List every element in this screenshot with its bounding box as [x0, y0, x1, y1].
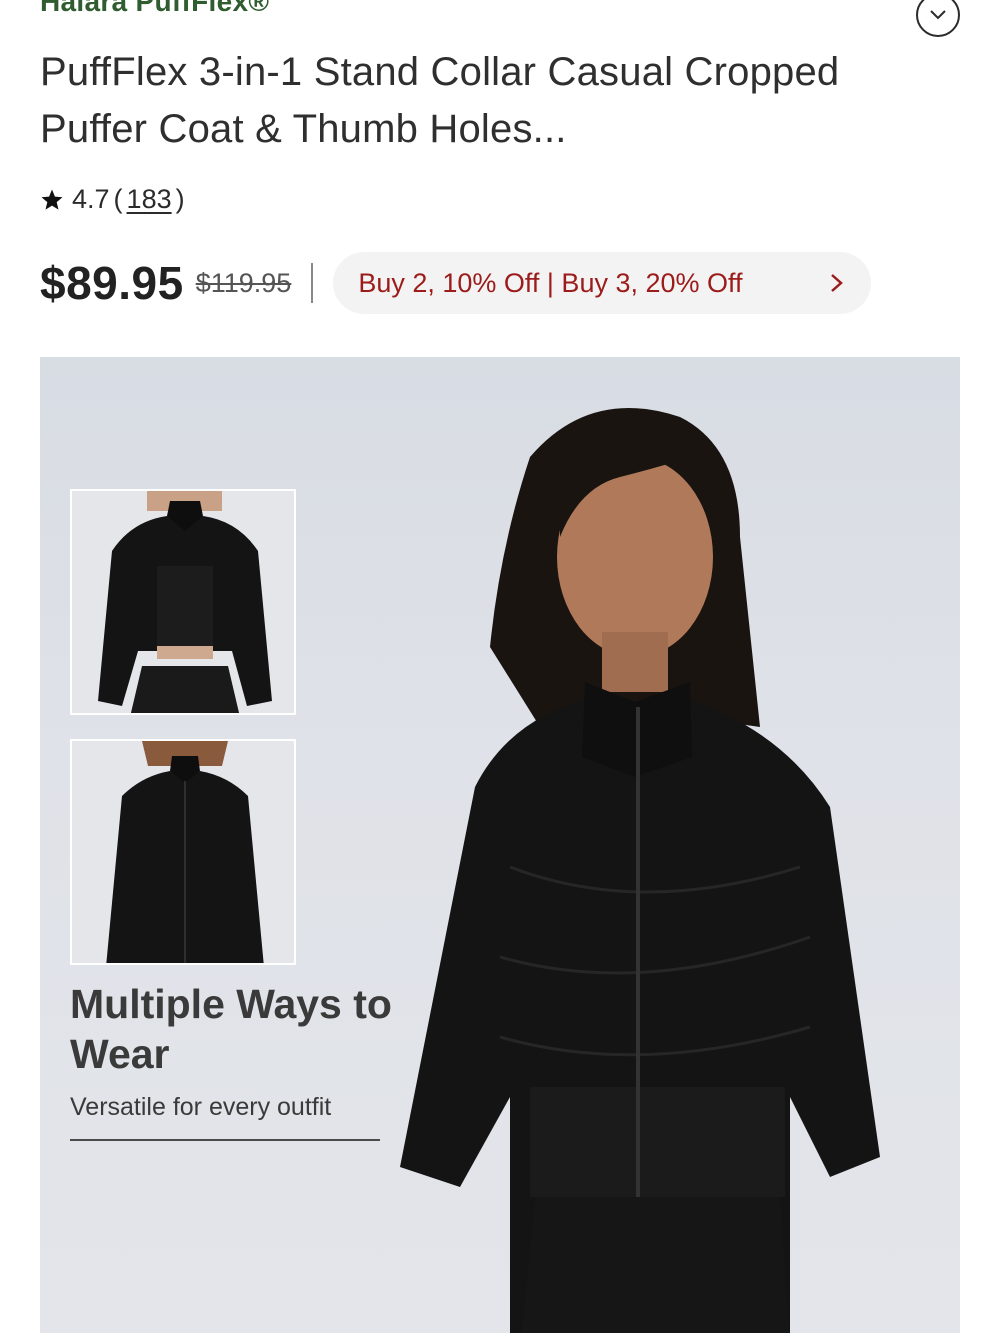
chevron-down-icon	[930, 10, 946, 20]
current-price: $89.95	[40, 257, 184, 309]
promo-label: Buy 2, 10% Off | Buy 3, 20% Off	[358, 267, 743, 298]
model-wearing-puffer-illustration	[400, 408, 880, 1333]
rating-paren-open: (	[113, 184, 123, 214]
product-rating: 4.7 ( 183 )	[40, 184, 189, 215]
puffer-jacket-illustration	[72, 491, 294, 713]
bundle-promo-button[interactable]: Buy 2, 10% Off | Buy 3, 20% Off	[333, 252, 872, 314]
zip-top-illustration	[72, 741, 294, 963]
star-icon	[41, 189, 63, 210]
price-row: $89.95 $119.95 Buy 2, 10% Off | Buy 3, 2…	[40, 252, 872, 314]
product-title: PuffFlex 3-in-1 Stand Collar Casual Crop…	[40, 50, 840, 151]
product-page: Halara PuffFlex® PuffFlex 3-in-1 Stand C…	[0, 0, 1000, 1333]
brand-name[interactable]: Halara PuffFlex®	[40, 0, 269, 18]
product-image[interactable]: Multiple Ways to Wear Versatile for ever…	[40, 357, 960, 1333]
thumbnail-zip-top[interactable]	[70, 739, 296, 965]
hero-underline	[70, 1139, 380, 1141]
rating-value: 4.7	[72, 184, 110, 214]
review-count-link[interactable]: 183	[127, 184, 172, 215]
hero-subheading: Versatile for every outfit	[70, 1093, 332, 1121]
original-price: $119.95	[195, 267, 292, 298]
chevron-right-icon	[831, 274, 844, 292]
expand-details-button[interactable]	[916, 0, 960, 37]
thumbnail-puffer-jacket[interactable]	[70, 489, 296, 715]
price-divider	[311, 263, 314, 303]
rating-paren-close: )	[175, 184, 185, 214]
